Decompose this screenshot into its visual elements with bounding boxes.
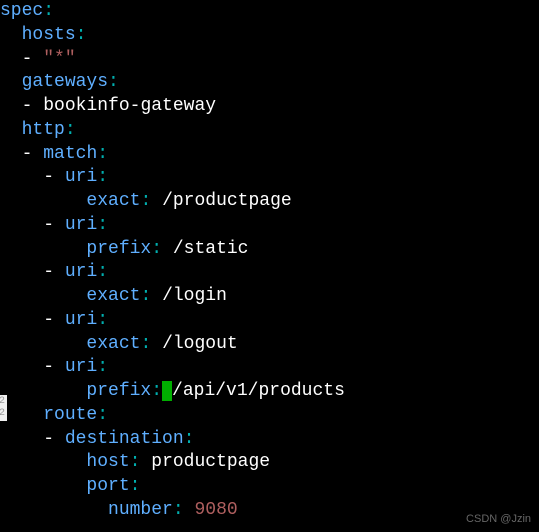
path-productpage: /productpage [162, 191, 292, 211]
dest-host: productpage [151, 452, 270, 472]
key-hosts: hosts [22, 25, 76, 45]
key-uri: uri [65, 310, 97, 330]
path-logout: /logout [162, 334, 238, 354]
key-uri: uri [65, 357, 97, 377]
key-spec: spec [0, 1, 43, 21]
key-prefix: prefix [86, 381, 151, 401]
key-exact: exact [86, 334, 140, 354]
key-prefix: prefix [86, 239, 151, 259]
key-destination: destination [65, 429, 184, 449]
key-host: host [86, 452, 129, 472]
key-route: route [43, 405, 97, 425]
key-http: http [22, 120, 65, 140]
key-uri: uri [65, 262, 97, 282]
yaml-code-block: spec: hosts: - "*" gateways: - bookinfo-… [0, 0, 539, 523]
gateway-value: bookinfo-gateway [43, 96, 216, 116]
path-api: /api/v1/products [172, 381, 345, 401]
path-static: /static [173, 239, 249, 259]
key-port: port [86, 476, 129, 496]
key-uri: uri [65, 215, 97, 235]
key-exact: exact [86, 286, 140, 306]
key-exact: exact [86, 191, 140, 211]
watermark: CSDN @Jzin [466, 512, 531, 527]
key-uri: uri [65, 167, 97, 187]
cursor-icon [162, 381, 172, 401]
key-number: number [108, 500, 173, 520]
key-gateways: gateways [22, 72, 108, 92]
path-login: /login [162, 286, 227, 306]
line-numbers: 22 [0, 395, 7, 421]
port-number: 9080 [194, 500, 237, 520]
host-value: "*" [43, 49, 75, 69]
key-match: match [43, 144, 97, 164]
